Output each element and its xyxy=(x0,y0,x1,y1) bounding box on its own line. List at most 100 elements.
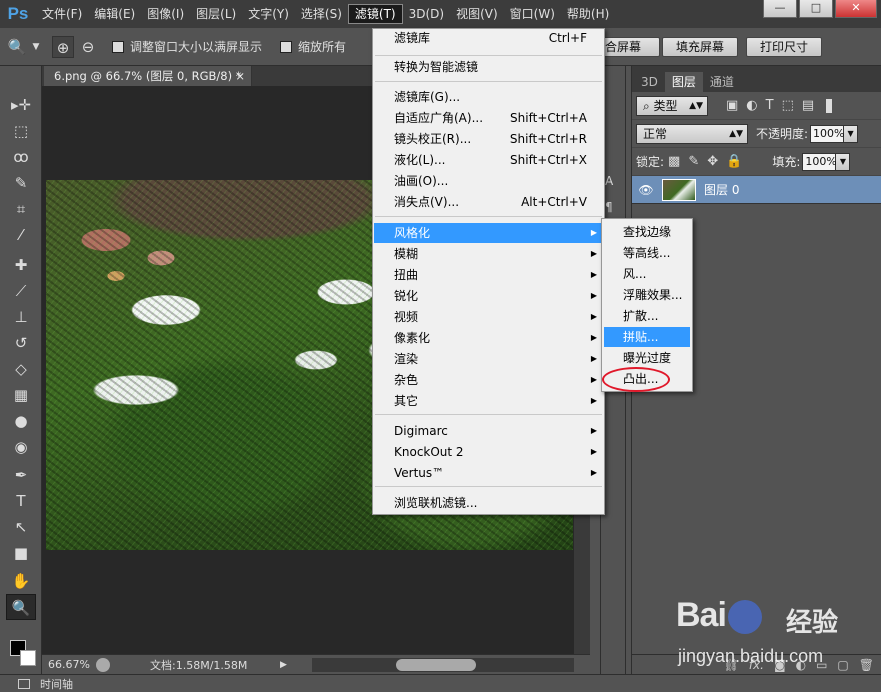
layer-filter-select[interactable]: ⌕ 类型 ▲▼ xyxy=(636,95,708,116)
move-tool-icon[interactable]: ▸✛ xyxy=(6,92,36,118)
submenu-item-wind[interactable]: 风... xyxy=(604,264,690,284)
menu-item-adaptive-wide-angle[interactable]: 自适应广角(A)... Shift+Ctrl+A xyxy=(374,108,603,128)
menu-select[interactable]: 选择(S) xyxy=(295,4,348,24)
document-tab[interactable]: 6.png @ 66.7% (图层 0, RGB/8) * × xyxy=(44,66,252,86)
menu-item-pixelate[interactable]: 像素化 ▶ xyxy=(374,328,603,348)
menu-item-browse-online-filters[interactable]: 浏览联机滤镜... xyxy=(374,493,603,513)
blend-mode-select[interactable]: 正常 ▲▼ xyxy=(636,123,748,144)
lasso-tool-icon[interactable]: ꝏ xyxy=(6,144,36,170)
menu-layer[interactable]: 图层(L) xyxy=(190,4,242,24)
horizontal-scroll-thumb[interactable] xyxy=(396,659,476,671)
menu-item-stylize[interactable]: 风格化 ▶ xyxy=(374,223,603,243)
crop-tool-icon[interactable]: ⌗ xyxy=(6,196,36,222)
healing-brush-tool-icon[interactable]: ✚ xyxy=(6,252,36,278)
pixel-filter-icon[interactable]: ▣ xyxy=(726,98,738,113)
close-button[interactable]: ✕ xyxy=(835,0,877,18)
shape-filter-icon[interactable]: ⬚ xyxy=(782,98,794,113)
pen-tool-icon[interactable]: ✒ xyxy=(6,462,36,488)
restore-button[interactable]: □ xyxy=(799,0,833,18)
quick-select-tool-icon[interactable]: ✎ xyxy=(6,170,36,196)
menu-item-vertus[interactable]: Vertus™ ▶ xyxy=(374,463,603,483)
zoom-in-icon[interactable]: ⊕ xyxy=(52,35,74,58)
layer-name[interactable]: 图层 0 xyxy=(704,181,739,198)
menu-item-distort[interactable]: 扭曲 ▶ xyxy=(374,265,603,285)
lock-image-icon[interactable]: ✎ xyxy=(688,154,699,169)
submenu-item-solarize[interactable]: 曝光过度 xyxy=(604,348,690,368)
timeline-label[interactable]: 时间轴 xyxy=(40,676,73,692)
lock-position-icon[interactable]: ✥ xyxy=(707,154,718,169)
gradient-tool-icon[interactable]: ▦ xyxy=(6,382,36,408)
opacity-dropdown-icon[interactable]: ▼ xyxy=(844,124,859,143)
submenu-item-tiles[interactable]: 拼贴... xyxy=(604,327,690,347)
type-tool-icon[interactable]: T xyxy=(6,488,36,514)
clone-stamp-tool-icon[interactable]: ⊥ xyxy=(6,304,36,330)
type-filter-icon[interactable]: T xyxy=(766,98,774,113)
lock-transparent-icon[interactable]: ▩ xyxy=(668,154,680,169)
menu-view[interactable]: 视图(V) xyxy=(450,4,504,24)
submenu-item-emboss[interactable]: 浮雕效果... xyxy=(604,285,690,305)
adjustment-filter-icon[interactable]: ◐ xyxy=(746,98,757,113)
blur-tool-icon[interactable]: ● xyxy=(6,408,36,434)
menu-item-oil-paint[interactable]: 油画(O)... xyxy=(374,171,603,191)
smart-object-filter-icon[interactable]: ▤ xyxy=(802,98,814,113)
menu-file[interactable]: 文件(F) xyxy=(36,4,88,24)
path-select-tool-icon[interactable]: ↖ xyxy=(6,514,36,540)
menu-item-lens-correction[interactable]: 镜头校正(R)... Shift+Ctrl+R xyxy=(374,129,603,149)
eyedropper-tool-icon[interactable]: ⁄ xyxy=(6,222,36,248)
menu-item-filter-gallery[interactable]: 滤镜库(G)... xyxy=(374,87,603,107)
menu-3d[interactable]: 3D(D) xyxy=(403,4,450,24)
fill-input[interactable]: 100% xyxy=(802,152,837,171)
horizontal-scrollbar[interactable] xyxy=(312,658,574,672)
shape-tool-icon[interactable]: ■ xyxy=(6,540,36,566)
zoom-tool-icon[interactable]: 🔍 xyxy=(6,36,28,58)
submenu-item-find-edges[interactable]: 查找边缘 xyxy=(604,222,690,242)
lock-all-icon[interactable]: 🔒 xyxy=(726,154,742,169)
menu-type[interactable]: 文字(Y) xyxy=(242,4,295,24)
menu-help[interactable]: 帮助(H) xyxy=(561,4,615,24)
hand-tool-icon[interactable]: ✋ xyxy=(6,568,36,594)
menu-item-vanishing-point[interactable]: 消失点(V)... Alt+Ctrl+V xyxy=(374,192,603,212)
menu-item-blur[interactable]: 模糊 ▶ xyxy=(374,244,603,264)
menu-item-noise[interactable]: 杂色 ▶ xyxy=(374,370,603,390)
menu-item-digimarc[interactable]: Digimarc ▶ xyxy=(374,421,603,441)
submenu-item-trace-contour[interactable]: 等高线... xyxy=(604,243,690,263)
history-brush-tool-icon[interactable]: ↺ xyxy=(6,330,36,356)
eraser-tool-icon[interactable]: ◇ xyxy=(6,356,36,382)
paragraph-panel-icon[interactable]: ¶ xyxy=(605,200,613,214)
submenu-item-diffuse[interactable]: 扩散... xyxy=(604,306,690,326)
zoom-level[interactable]: 66.67% xyxy=(42,658,96,671)
fit-window-checkbox[interactable] xyxy=(112,40,124,53)
layer-row[interactable]: 👁 图层 0 xyxy=(632,176,881,204)
menu-item-video[interactable]: 视频 ▶ xyxy=(374,307,603,327)
menu-item-knockout[interactable]: KnockOut 2 ▶ xyxy=(374,442,603,462)
fit-screen-button[interactable]: 合屏幕 xyxy=(600,37,660,57)
menu-window[interactable]: 窗口(W) xyxy=(504,4,561,24)
tab-layers[interactable]: 图层 xyxy=(664,72,703,92)
character-panel-icon[interactable]: A xyxy=(605,174,613,188)
menu-image[interactable]: 图像(I) xyxy=(141,4,190,24)
timeline-icon[interactable] xyxy=(18,678,30,689)
visibility-eye-icon[interactable]: 👁 xyxy=(638,183,654,197)
menu-item-sharpen[interactable]: 锐化 ▶ xyxy=(374,286,603,306)
close-tab-icon[interactable]: × xyxy=(235,66,245,86)
menu-item-liquify[interactable]: 液化(L)... Shift+Ctrl+X xyxy=(374,150,603,170)
brush-tool-icon[interactable]: ⟋ xyxy=(6,278,36,304)
marquee-tool-icon[interactable]: ⬚ xyxy=(6,118,36,144)
tool-preset-arrow-icon[interactable]: ▼ xyxy=(31,36,41,58)
zoom-out-icon[interactable]: ⊖ xyxy=(77,36,99,58)
menu-filter[interactable]: 滤镜(T) xyxy=(347,4,403,24)
zoom-all-checkbox[interactable] xyxy=(280,40,293,53)
print-size-button[interactable]: 打印尺寸 xyxy=(746,37,822,57)
menu-item-convert-smart-filter[interactable]: 转换为智能滤镜 xyxy=(374,57,603,77)
status-menu-icon[interactable] xyxy=(96,657,110,672)
filter-toggle-icon[interactable] xyxy=(826,98,833,113)
fill-screen-button[interactable]: 填充屏幕 xyxy=(662,37,738,57)
tab-channels[interactable]: 通道 xyxy=(703,72,741,92)
status-arrow-icon[interactable]: ▶ xyxy=(280,660,287,670)
menu-item-render[interactable]: 渲染 ▶ xyxy=(374,349,603,369)
opacity-input[interactable]: 100% xyxy=(810,124,845,143)
tab-3d[interactable]: 3D xyxy=(634,72,665,92)
dodge-tool-icon[interactable]: ◉ xyxy=(6,434,36,460)
menu-edit[interactable]: 编辑(E) xyxy=(88,4,141,24)
background-color-swatch[interactable] xyxy=(20,650,36,666)
